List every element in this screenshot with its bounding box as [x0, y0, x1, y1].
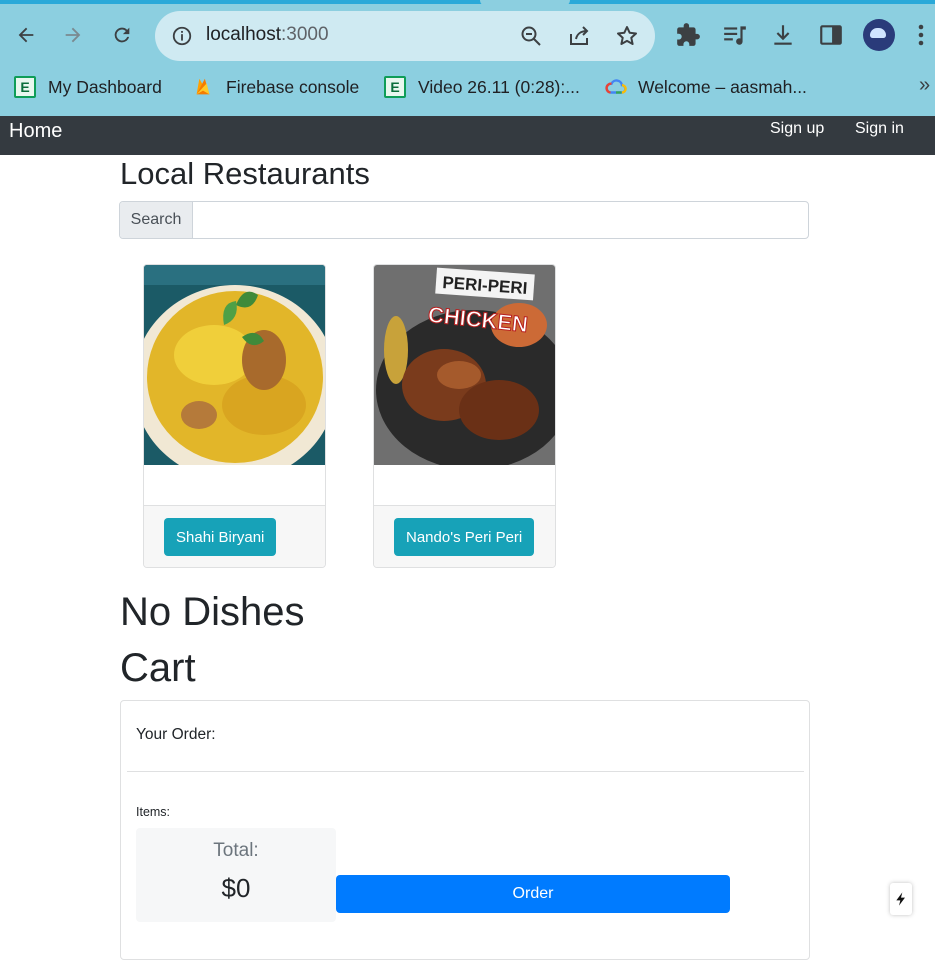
card-footer: Nando's Peri Peri [374, 505, 555, 567]
lightning-bolt-icon[interactable] [890, 883, 912, 915]
restaurants-heading: Local Restaurants [120, 156, 370, 191]
url-host: localhost [206, 24, 281, 45]
search-group: Search [119, 201, 809, 239]
profile-avatar[interactable] [863, 19, 895, 51]
total-label: Total: [213, 840, 259, 861]
google-cloud-icon [604, 76, 627, 98]
cart-card: Your Order: Items: Total: $0 Order [120, 700, 810, 960]
media-queue-icon[interactable] [722, 22, 748, 48]
peri-peri-chicken-photo: PERI-PERI CHICKEN [374, 265, 555, 465]
no-dishes-heading: No Dishes [120, 590, 305, 634]
bookmark-label: My Dashboard [48, 76, 162, 97]
bookmark-video[interactable]: E Video 26.11 (0:28):... [384, 76, 580, 98]
card-footer: Shahi Biryani [144, 505, 325, 567]
total-value: $0 [221, 873, 251, 903]
restaurant-card: Shahi Biryani [143, 264, 326, 568]
bookmark-welcome[interactable]: Welcome – aasmah... [604, 76, 807, 98]
biryani-photo [144, 265, 325, 465]
bookmark-label: Firebase console [226, 76, 360, 97]
download-icon[interactable] [770, 22, 796, 48]
bookmark-label: Welcome – aasmah... [638, 76, 807, 97]
cart-divider [127, 771, 804, 772]
sign-up-link[interactable]: Sign up [770, 120, 824, 138]
bookmark-label: Video 26.11 (0:28):... [418, 76, 580, 97]
bookmark-star-icon[interactable] [615, 24, 639, 48]
e-icon: E [14, 76, 36, 98]
more-bookmarks-icon[interactable]: » [919, 74, 930, 97]
zoom-out-icon[interactable] [519, 24, 543, 48]
home-link[interactable]: Home [9, 120, 62, 143]
e-icon: E [384, 76, 406, 98]
tab-strip-edge [0, 0, 935, 4]
items-label: Items: [136, 805, 171, 819]
total-box: Total: $0 [136, 828, 336, 922]
reload-icon[interactable] [107, 20, 137, 50]
tab-notch [480, 0, 570, 6]
cart-heading: Cart [120, 646, 196, 690]
extensions-icon[interactable] [675, 22, 701, 48]
your-order-label: Your Order: [136, 726, 216, 743]
forward-icon[interactable] [58, 20, 88, 50]
browser-chrome: localhost:3000 E My Dashboard Firebase c… [0, 0, 935, 116]
bookmark-firebase-console[interactable]: Firebase console [192, 76, 359, 98]
url-port: :3000 [281, 24, 329, 45]
side-panel-icon[interactable] [818, 22, 844, 48]
bookmark-my-dashboard[interactable]: E My Dashboard [14, 76, 162, 98]
url-text: localhost:3000 [206, 24, 329, 46]
restaurant-button-nandos-peri-peri[interactable]: Nando's Peri Peri [394, 518, 535, 556]
restaurant-card: PERI-PERI CHICKEN Nando's Peri Peri [373, 264, 556, 568]
browser-menu-icon[interactable] [918, 23, 924, 47]
app-navbar: Home Sign up Sign in [0, 116, 935, 155]
site-info-icon[interactable] [171, 25, 193, 47]
search-label: Search [120, 202, 193, 238]
order-button[interactable]: Order [336, 875, 730, 913]
share-icon[interactable] [567, 24, 591, 48]
sign-in-link[interactable]: Sign in [855, 120, 904, 138]
address-bar[interactable]: localhost:3000 [155, 11, 655, 61]
firebase-icon [192, 76, 214, 98]
restaurant-button-shahi-biryani[interactable]: Shahi Biryani [164, 518, 277, 556]
bookmarks-bar: E My Dashboard Firebase console E Video … [0, 66, 935, 112]
back-icon[interactable] [11, 20, 41, 50]
search-input[interactable] [193, 202, 807, 238]
